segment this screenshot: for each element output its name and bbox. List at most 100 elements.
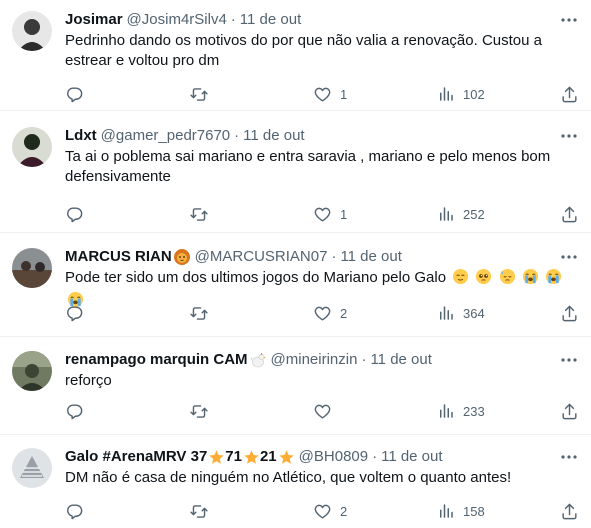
timestamp[interactable]: 11 de out	[340, 247, 401, 267]
tweet[interactable]: MARCUS RIAN @MARCUSRIAN07 · 11 de out Po…	[0, 237, 591, 337]
views-button[interactable]: 252	[437, 204, 485, 224]
tweet-header: Galo #ArenaMRV 37 71 21 @BH0809 · 11 de …	[65, 447, 551, 467]
view-count: 102	[463, 86, 485, 102]
more-icon[interactable]	[559, 126, 579, 146]
star-icon	[278, 449, 295, 466]
like-button[interactable]: 1	[313, 204, 347, 224]
user-handle[interactable]: @Josim4rSilv4	[127, 10, 227, 30]
share-icon	[562, 305, 577, 321]
views-button[interactable]: 364	[437, 303, 485, 323]
display-name[interactable]: MARCUS RIAN	[65, 247, 172, 267]
avatar[interactable]	[12, 448, 52, 488]
reply-icon	[67, 403, 83, 419]
user-handle[interactable]: @gamer_pedr7670	[101, 126, 230, 146]
avatar[interactable]	[12, 248, 52, 288]
analytics-icon	[440, 87, 453, 101]
timestamp[interactable]: 11 de out	[381, 447, 442, 467]
share-button[interactable]	[560, 204, 579, 224]
display-name-part: 21	[259, 448, 277, 465]
share-button[interactable]	[560, 84, 579, 104]
heart-icon	[314, 207, 331, 222]
heart-icon	[314, 87, 331, 102]
view-count: 364	[463, 305, 485, 321]
relieved-face-icon	[452, 268, 469, 291]
share-button[interactable]	[560, 401, 579, 421]
lion-face-icon	[173, 248, 191, 266]
analytics-icon	[440, 404, 453, 418]
views-button[interactable]: 158	[437, 501, 485, 521]
reply-icon	[67, 305, 83, 321]
share-icon	[562, 503, 577, 519]
more-icon[interactable]	[559, 350, 579, 370]
user-handle[interactable]: @mineirinzin	[271, 350, 358, 370]
tweet-actions: 2 158	[65, 501, 579, 521]
heart-icon	[314, 306, 331, 321]
like-count: 1	[340, 86, 348, 102]
tweet-header: Josimar @Josim4rSilv4 · 11 de out	[65, 10, 551, 30]
tweet-text-line: defensivamente	[65, 168, 171, 185]
star-icon	[208, 449, 225, 466]
tweet[interactable]: Galo #ArenaMRV 37 71 21 @BH0809 · 11 de …	[0, 437, 591, 528]
tweet[interactable]: Josimar @Josim4rSilv4 · 11 de out Pedrin…	[0, 0, 591, 111]
view-count: 252	[463, 206, 485, 222]
downcast-sweat-face-icon	[499, 268, 516, 291]
views-button[interactable]: 102	[437, 84, 485, 104]
like-button[interactable]	[313, 401, 340, 421]
tweet-actions: 1 102	[65, 84, 579, 104]
reply-button[interactable]	[65, 303, 84, 323]
separator: ·	[331, 248, 337, 265]
tweet-actions: 1 252	[65, 204, 579, 224]
tweet-text-line: Ta ai o poblema sai mariano e entra sara…	[65, 148, 551, 165]
tweet-text-line: DM não é casa de ninguém no Atlético, qu…	[65, 469, 512, 486]
tweet-text-line: Pedrinho dando os motivos do por que não…	[65, 32, 542, 49]
tweet-header: MARCUS RIAN @MARCUSRIAN07 · 11 de out	[65, 247, 551, 267]
share-button[interactable]	[560, 303, 579, 323]
like-button[interactable]: 2	[313, 501, 347, 521]
timestamp[interactable]: 11 de out	[243, 126, 304, 146]
rooster-icon	[249, 351, 267, 369]
reply-button[interactable]	[65, 501, 84, 521]
retweet-button[interactable]	[189, 501, 209, 521]
tweet[interactable]: renampago marquin CAM @mineirinzin · 11 …	[0, 340, 591, 435]
timestamp[interactable]: 11 de out	[240, 10, 301, 30]
reply-button[interactable]	[65, 401, 84, 421]
share-button[interactable]	[560, 501, 579, 521]
display-name[interactable]: Josimar	[65, 10, 123, 30]
heart-icon	[314, 504, 331, 519]
reply-icon	[67, 206, 83, 222]
retweet-icon	[190, 87, 208, 101]
display-name[interactable]: renampago marquin CAM	[65, 350, 248, 370]
retweet-button[interactable]	[189, 401, 209, 421]
avatar[interactable]	[12, 127, 52, 167]
more-icon[interactable]	[559, 447, 579, 467]
more-icon[interactable]	[559, 10, 579, 30]
tweet-text: reforço	[65, 371, 571, 391]
retweet-button[interactable]	[189, 204, 209, 224]
user-handle[interactable]: @BH0809	[299, 447, 368, 467]
separator: ·	[372, 448, 378, 465]
view-count: 158	[463, 503, 485, 519]
pleading-face-icon	[475, 268, 492, 291]
loudly-crying-face-icon	[522, 268, 539, 291]
reply-button[interactable]	[65, 84, 84, 104]
like-button[interactable]: 2	[313, 303, 347, 323]
retweet-button[interactable]	[189, 84, 209, 104]
user-handle[interactable]: @MARCUSRIAN07	[195, 247, 328, 267]
like-button[interactable]: 1	[313, 84, 347, 104]
tweet[interactable]: Ldxt @gamer_pedr7670 · 11 de out Ta ai o…	[0, 116, 591, 233]
tweet-text-line: reforço	[65, 372, 112, 389]
reply-button[interactable]	[65, 204, 84, 224]
retweet-button[interactable]	[189, 303, 209, 323]
display-name[interactable]: Ldxt	[65, 126, 97, 146]
avatar[interactable]	[12, 351, 52, 391]
view-count: 233	[463, 403, 485, 419]
views-button[interactable]: 233	[437, 401, 485, 421]
display-name[interactable]: Galo #ArenaMRV 37	[65, 447, 207, 467]
tweet-text: Pedrinho dando os motivos do por que não…	[65, 31, 571, 71]
share-icon	[562, 403, 577, 419]
timestamp[interactable]: 11 de out	[370, 350, 431, 370]
avatar[interactable]	[12, 11, 52, 51]
more-icon[interactable]	[559, 247, 579, 267]
tweet-text: Ta ai o poblema sai mariano e entra sara…	[65, 147, 571, 187]
retweet-icon	[190, 404, 208, 418]
